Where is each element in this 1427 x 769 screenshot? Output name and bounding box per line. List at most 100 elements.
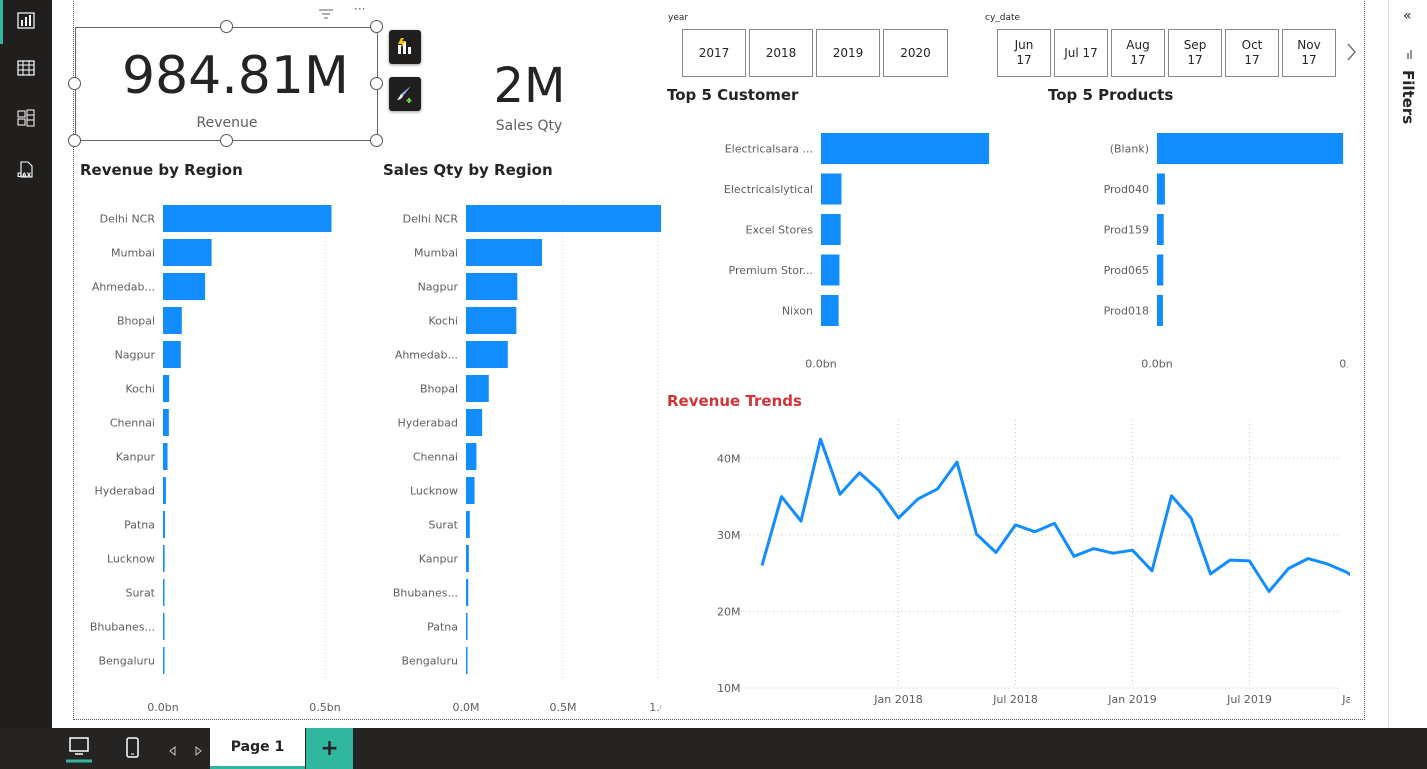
previous-page-button[interactable]: [167, 742, 179, 757]
category-label: Prod159: [1104, 224, 1149, 237]
format-paint-button[interactable]: [389, 77, 421, 111]
x-tick-label: Jul 2019: [1226, 693, 1272, 706]
bar[interactable]: [1157, 173, 1165, 205]
top5-products-chart: 0.0bn 0.5bn (Blank) Prod040 Prod159 Prod065 Pr…: [1104, 133, 1348, 371]
chevron-right-icon: [1347, 43, 1356, 61]
slicer-next-arrow[interactable]: [1344, 40, 1360, 64]
bar[interactable]: [466, 443, 477, 470]
bar[interactable]: [163, 477, 166, 504]
bar[interactable]: [821, 173, 842, 205]
bar[interactable]: [163, 409, 169, 436]
bar[interactable]: [163, 273, 206, 300]
table-view-button[interactable]: [0, 48, 52, 88]
desktop-layout-button[interactable]: [64, 735, 94, 763]
category-label: Patna: [427, 621, 458, 634]
category-label: Bhubanes...: [90, 621, 155, 634]
bar[interactable]: [1157, 254, 1164, 286]
bar[interactable]: [163, 613, 165, 640]
report-view-button[interactable]: [0, 0, 52, 40]
bar[interactable]: [821, 295, 839, 326]
resize-handle[interactable]: [370, 20, 383, 33]
filters-label[interactable]: Filters: [1399, 70, 1417, 124]
year-option-2020[interactable]: 2020: [883, 29, 948, 77]
y-tick-label: 40M: [717, 452, 741, 465]
model-view-button[interactable]: [0, 98, 52, 138]
cy-date-option-oct-17[interactable]: Oct 17: [1225, 29, 1279, 77]
dax-query-button[interactable]: DAX: [0, 150, 52, 190]
bar[interactable]: [466, 239, 542, 266]
cy-date-option-sep-17[interactable]: Sep 17: [1168, 29, 1222, 77]
cy-date-option-aug-17[interactable]: Aug 17: [1111, 29, 1165, 77]
x-tick-label: 0.5bn: [309, 701, 340, 714]
x-tick-label: 0.5M: [550, 701, 577, 714]
format-visual-button[interactable]: [389, 30, 421, 64]
bar[interactable]: [821, 133, 990, 164]
category-label: Ahmedab...: [395, 349, 458, 362]
bar[interactable]: [163, 545, 165, 572]
next-page-button[interactable]: [192, 742, 204, 757]
bar[interactable]: [466, 205, 661, 232]
cy-date-option-jul-17[interactable]: Jul 17: [1054, 29, 1108, 77]
bar[interactable]: [466, 511, 470, 538]
bar[interactable]: [163, 647, 165, 674]
bar[interactable]: [163, 341, 181, 368]
resize-handle[interactable]: [220, 20, 233, 33]
bar[interactable]: [163, 205, 332, 232]
caret-right-icon: [195, 745, 202, 757]
top5-products-title: Top 5 Products: [1048, 86, 1174, 104]
sales-qty-by-region-title: Sales Qty by Region: [383, 161, 553, 179]
cy-date-option-nov-17[interactable]: Nov 17: [1282, 29, 1336, 77]
bar[interactable]: [466, 477, 475, 504]
bar[interactable]: [466, 375, 489, 402]
bar[interactable]: [1157, 214, 1164, 245]
category-label: Lucknow: [107, 553, 155, 566]
bar[interactable]: [163, 375, 170, 402]
resize-handle[interactable]: [370, 77, 383, 90]
bar[interactable]: [466, 613, 468, 640]
bar[interactable]: [466, 579, 469, 606]
category-label: Delhi NCR: [100, 213, 156, 226]
category-label: Prod040: [1104, 183, 1149, 196]
year-slicer-title: year: [668, 13, 689, 23]
more-options-icon[interactable]: ···: [354, 2, 365, 16]
bar[interactable]: [163, 579, 165, 606]
bar[interactable]: [163, 239, 212, 266]
series-line[interactable]: [760, 437, 1350, 653]
category-label: Kanpur: [419, 553, 459, 566]
bar[interactable]: [466, 647, 468, 674]
bar[interactable]: [466, 273, 518, 300]
x-tick-label: Jan 2020: [1341, 693, 1350, 706]
bar[interactable]: [466, 545, 469, 572]
collapse-filters-button[interactable]: «: [1403, 8, 1412, 24]
year-option-2019[interactable]: 2019: [816, 29, 880, 77]
resize-handle[interactable]: [68, 134, 81, 147]
cy-date-option-jun-17[interactable]: Jun 17: [997, 29, 1051, 77]
category-label: Hyderabad: [95, 485, 156, 498]
year-option-2017[interactable]: 2017: [682, 29, 746, 77]
category-label: Lucknow: [410, 485, 458, 498]
category-label: Nagpur: [115, 349, 156, 362]
bar[interactable]: [1157, 295, 1163, 326]
resize-handle[interactable]: [220, 134, 233, 147]
resize-handle[interactable]: [370, 134, 383, 147]
resize-handle[interactable]: [68, 77, 81, 90]
top5-customer-title: Top 5 Customer: [667, 86, 799, 104]
bar[interactable]: [821, 214, 841, 245]
page-tab[interactable]: Page 1: [210, 728, 305, 769]
bar[interactable]: [821, 254, 840, 286]
x-tick-label: 0.5bn: [1339, 358, 1348, 371]
bar[interactable]: [163, 511, 165, 538]
bar[interactable]: [163, 443, 168, 470]
page-navigation-bar: Page 1 +: [0, 728, 1427, 769]
add-page-button[interactable]: +: [306, 728, 353, 769]
visual-filter-icon[interactable]: [318, 5, 334, 19]
bar[interactable]: [466, 409, 483, 436]
revenue-value: 984.81M: [122, 46, 349, 106]
bar[interactable]: [1157, 133, 1344, 164]
bar[interactable]: [163, 307, 182, 334]
mobile-layout-button[interactable]: [123, 736, 143, 760]
bar[interactable]: [466, 341, 508, 368]
bar[interactable]: [466, 307, 517, 334]
revenue-by-region-title: Revenue by Region: [80, 161, 243, 179]
year-option-2018[interactable]: 2018: [749, 29, 813, 77]
